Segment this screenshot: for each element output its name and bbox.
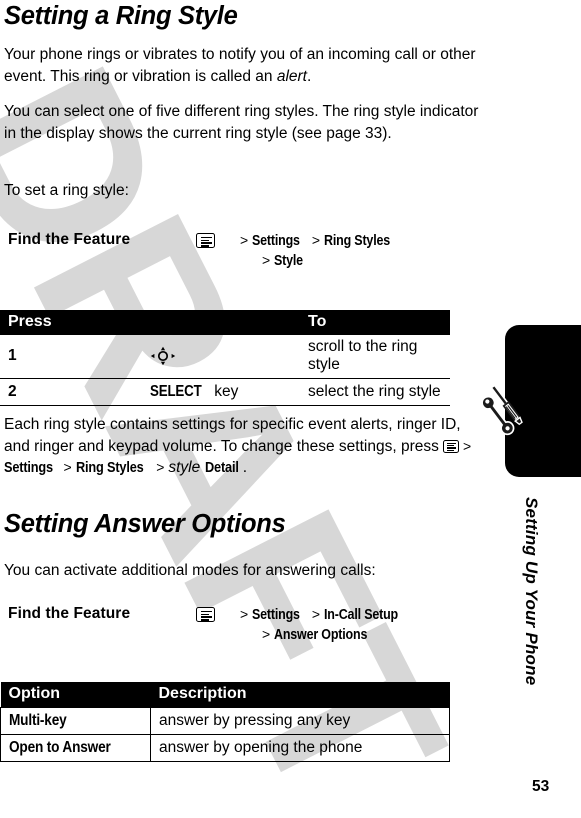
option-description: answer by opening the phone	[150, 734, 450, 762]
paragraph-ring-intro: Your phone rings or vibrates to notify y…	[4, 44, 484, 87]
path-separator: >	[240, 232, 249, 248]
find-the-feature-answer-options: Find the Feature > Settings > In-Call Se…	[0, 605, 495, 659]
page-title: Setting a Ring Style	[4, 2, 238, 30]
menu-path-settings[interactable]: Settings	[4, 458, 53, 480]
option-description: answer by pressing any key	[150, 707, 450, 735]
column-header-description: Description	[150, 682, 450, 708]
menu-key-icon-slot	[196, 233, 215, 251]
menu-key-icon-slot	[196, 607, 215, 625]
table-row: 1 scroll to the ring style	[0, 335, 450, 379]
option-label: Open to Answer	[9, 738, 111, 756]
option-table-wrapper: Option Description Multi-key answer by p…	[0, 682, 450, 762]
four-way-nav-key-icon[interactable]	[150, 346, 176, 366]
menu-path-ring-styles[interactable]: Ring Styles	[324, 232, 390, 251]
find-the-feature-path: > Settings > Ring Styles > Style	[240, 231, 490, 271]
menu-key-icon[interactable]	[196, 233, 215, 248]
step-number: 2	[0, 378, 150, 406]
option-description-table: Option Description Multi-key answer by p…	[0, 682, 450, 762]
wrench-screwdriver-icon	[477, 378, 539, 440]
paragraph-ring-detail: Each ring style contains settings for sp…	[4, 414, 489, 480]
menu-path-settings[interactable]: Settings	[252, 606, 300, 625]
menu-path-answer-options[interactable]: Answer Options	[274, 626, 367, 645]
find-the-feature-label: Find the Feature	[8, 231, 131, 248]
step-description: select the ring style	[300, 378, 450, 406]
key-suffix: key	[214, 382, 239, 400]
step-key: SELECT key	[150, 378, 300, 406]
path-separator: >	[459, 437, 472, 454]
menu-path-settings[interactable]: Settings	[252, 232, 300, 251]
paragraph-text: Your phone rings or vibrates to notify y…	[4, 46, 476, 85]
italic-term-alert: alert	[276, 67, 307, 85]
path-separator: >	[59, 459, 76, 475]
table-header-row: Option Description	[0, 682, 450, 708]
step-number: 1	[0, 335, 150, 379]
paragraph-period: .	[306, 67, 312, 85]
section-heading-ring-style: Setting a Ring Style	[4, 2, 238, 31]
section-heading-answer-options: Setting Answer Options	[4, 510, 286, 539]
find-the-feature-path-line2: > Style	[262, 251, 490, 271]
column-header-press: Press	[0, 310, 300, 335]
path-separator: >	[262, 626, 271, 642]
option-name[interactable]: Multi-key	[0, 707, 151, 735]
table-header-row: Press To	[0, 310, 450, 335]
paragraph-five-styles: You can select one of five different rin…	[4, 103, 479, 142]
menu-key-icon[interactable]	[443, 439, 460, 453]
table-row: Multi-key answer by pressing any key	[0, 707, 450, 735]
menu-key-icon[interactable]	[196, 607, 215, 622]
table-row: 2 SELECT key select the ring style	[0, 378, 450, 406]
option-name[interactable]: Open to Answer	[0, 734, 151, 762]
step-key	[150, 335, 300, 379]
manual-page: DRAFT Setting a Ring Style Your phone ri…	[0, 0, 581, 818]
menu-path-variable-style: style	[168, 459, 201, 476]
option-label: Multi-key	[9, 711, 67, 729]
paragraph-period: .	[242, 459, 248, 476]
page-number: 53	[532, 778, 550, 795]
menu-path-detail[interactable]: Detail	[205, 458, 239, 480]
column-header-option: Option	[0, 682, 151, 708]
find-the-feature-ring-styles: Find the Feature > Settings > Ring Style…	[0, 231, 495, 285]
paragraph-text: Each ring style contains settings for sp…	[4, 416, 461, 455]
path-separator: >	[262, 252, 271, 268]
menu-path-ring-styles[interactable]: Ring Styles	[76, 458, 144, 480]
step-description: scroll to the ring style	[300, 335, 450, 379]
select-key-label[interactable]: SELECT	[150, 383, 202, 401]
find-the-feature-label: Find the Feature	[8, 605, 131, 622]
press-to-table-wrapper: Press To 1 scroll to the ring style 2 SE…	[0, 310, 450, 406]
menu-path-style[interactable]: Style	[274, 252, 303, 271]
page-content: Setting a Ring Style Your phone rings or…	[0, 0, 495, 818]
press-to-table: Press To 1 scroll to the ring style 2 SE…	[0, 310, 450, 406]
table-row: Open to Answer answer by opening the pho…	[0, 734, 450, 762]
menu-path-in-call-setup[interactable]: In-Call Setup	[324, 606, 398, 625]
find-the-feature-path-line2: > Answer Options	[262, 625, 490, 645]
path-separator: >	[311, 606, 321, 622]
section-title: Setting Answer Options	[4, 510, 286, 538]
column-header-to: To	[300, 310, 450, 335]
paragraph-to-set: To set a ring style:	[4, 182, 129, 199]
chapter-tab-title: Setting Up Your Phone	[522, 497, 541, 686]
find-the-feature-path: > Settings > In-Call Setup > Answer Opti…	[240, 605, 490, 645]
path-separator: >	[311, 232, 321, 248]
paragraph-answer-intro: You can activate additional modes for an…	[4, 562, 376, 579]
path-separator: >	[240, 606, 249, 622]
path-separator: >	[152, 459, 169, 475]
